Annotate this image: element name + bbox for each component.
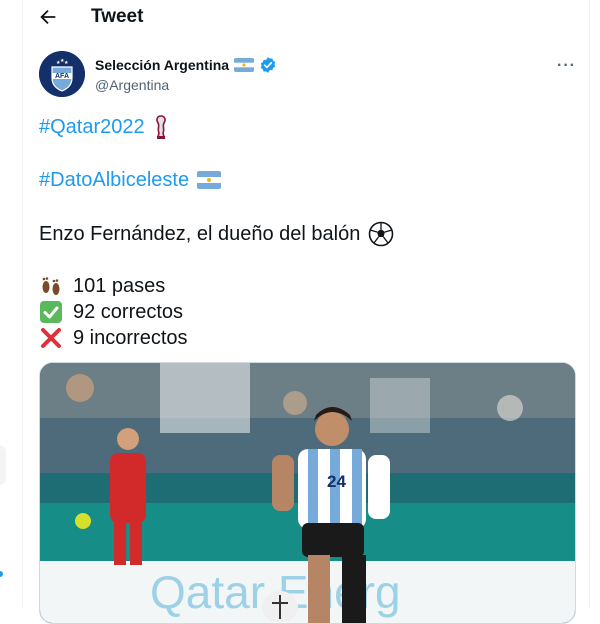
afa-crest-icon: AFA ★ ★ ★ xyxy=(39,51,85,97)
stat-line-passes: 101 pases xyxy=(39,273,165,299)
avatar[interactable]: AFA ★ ★ ★ xyxy=(39,51,85,97)
tweet-line-main: Enzo Fernández, el dueño del balón xyxy=(39,221,394,247)
notification-dot xyxy=(0,571,3,577)
author-name-row[interactable]: Selección Argentina xyxy=(95,56,277,74)
check-mark-icon xyxy=(40,301,62,323)
star-icon: ★ xyxy=(64,60,69,66)
world-cup-trophy-icon xyxy=(155,115,166,139)
soccer-ball-icon xyxy=(369,221,394,247)
hashtag-link[interactable]: #Qatar2022 xyxy=(39,114,145,140)
right-column-edge xyxy=(589,0,600,609)
tweet-line-hashtag-qatar: #Qatar2022 xyxy=(39,114,169,140)
match-photo-image: Qatar Energ 24 xyxy=(40,363,575,623)
sidebar-button-edge[interactable] xyxy=(0,445,6,485)
argentina-flag-icon xyxy=(234,58,255,72)
left-sidebar-edge xyxy=(0,0,23,609)
hashtag-link[interactable]: #DatoAlbiceleste xyxy=(39,167,189,193)
footprints-icon xyxy=(42,277,60,295)
verified-badge-icon xyxy=(260,57,276,73)
stat-correct: 92 correctos xyxy=(73,301,184,323)
stat-passes: 101 pases xyxy=(73,275,166,297)
argentina-flag-icon xyxy=(197,171,222,189)
tweet-text: Enzo Fernández, el dueño del balón xyxy=(39,223,361,245)
shirt-number: 24 xyxy=(327,472,346,491)
stat-line-correct: 92 correctos xyxy=(39,299,183,325)
avatar-label: AFA xyxy=(55,73,69,80)
author-handle[interactable]: @Argentina xyxy=(95,77,169,93)
tweet-photo[interactable]: Qatar Energ 24 xyxy=(39,362,576,624)
page-header: Tweet xyxy=(23,0,590,34)
cross-mark-icon xyxy=(41,328,61,348)
author-name[interactable]: Selección Argentina xyxy=(95,57,229,73)
stat-incorrect: 9 incorrectos xyxy=(73,327,188,349)
tweet-line-hashtag-dato: #DatoAlbiceleste xyxy=(39,167,222,193)
arrow-left-icon[interactable] xyxy=(37,6,59,28)
more-options-icon[interactable]: ··· xyxy=(557,57,576,75)
tweet-column: Tweet AFA ★ ★ ★ Selección Argentina @Arg… xyxy=(23,0,590,624)
stat-line-incorrect: 9 incorrectos xyxy=(39,325,188,351)
page-title: Tweet xyxy=(91,6,144,27)
